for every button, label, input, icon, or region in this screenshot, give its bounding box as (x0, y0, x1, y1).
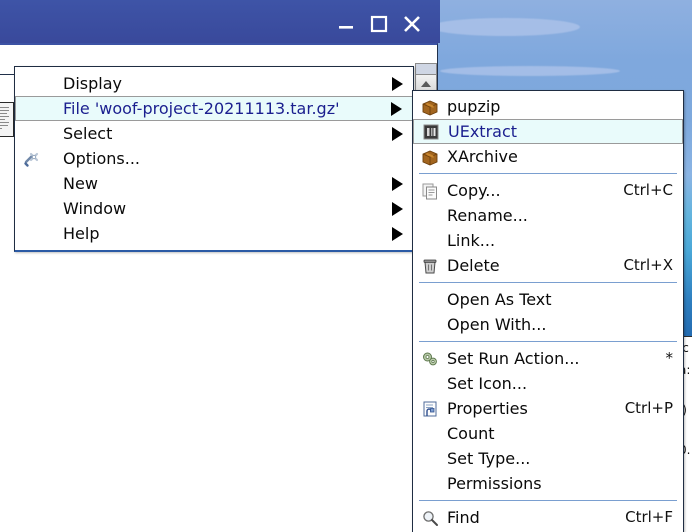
tools-icon (19, 146, 45, 171)
submenu-arrow-icon (392, 126, 403, 141)
submenu-arrow-icon (392, 226, 403, 241)
icon-placeholder (417, 371, 443, 396)
menu-item-shortcut: * (665, 349, 674, 367)
icon-placeholder (417, 421, 443, 446)
icon-placeholder (417, 471, 443, 496)
menu-item-label: Permissions (447, 474, 542, 493)
icon-placeholder (417, 287, 443, 312)
menu-item-window[interactable]: Window (15, 196, 413, 221)
menu-item-find[interactable]: Find Ctrl+F (413, 505, 683, 530)
menu-item-label: File 'woof-project-20211113.tar.gz' (63, 99, 340, 118)
submenu-arrow-icon (392, 76, 403, 91)
copy-icon (417, 178, 443, 203)
icon-placeholder (417, 203, 443, 228)
icon-placeholder (417, 446, 443, 471)
archive-icon (418, 119, 444, 144)
menu-item-label: Count (447, 424, 495, 443)
menu-separator (419, 173, 677, 174)
file-context-menu[interactable]: pupzip UExtract XArchive Copy... Ctrl+C Renam… (412, 90, 684, 532)
menu-item-label: New (63, 174, 98, 193)
icon-placeholder (19, 171, 45, 196)
menu-item-set-icon[interactable]: Set Icon... (413, 371, 683, 396)
menu-item-label: Window (63, 199, 127, 218)
package-icon (417, 144, 443, 169)
scrollbar-trough[interactable] (415, 63, 437, 74)
menu-item-label: Link... (447, 231, 496, 250)
menu-item-pupzip[interactable]: pupzip (413, 94, 683, 119)
search-icon (417, 505, 443, 530)
menu-item-set-run-action[interactable]: Set Run Action... * (413, 346, 683, 371)
main-context-menu[interactable]: Display File 'woof-project-20211113.tar.g… (14, 66, 414, 252)
menu-item-label: Find (447, 508, 480, 527)
cloud-shape (430, 18, 580, 36)
close-button[interactable] (401, 13, 423, 35)
menu-item-label: pupzip (447, 97, 501, 116)
icon-placeholder (20, 96, 46, 121)
minimize-button[interactable] (335, 13, 357, 35)
gears-icon (417, 346, 443, 371)
menu-item-permissions[interactable]: Permissions (413, 471, 683, 496)
menu-item-shortcut: Ctrl+C (623, 181, 673, 199)
menu-item-shortcut: Ctrl+X (623, 256, 673, 274)
menu-item-select[interactable]: Select (15, 121, 413, 146)
menu-item-properties[interactable]: Properties Ctrl+P (413, 396, 683, 421)
menu-separator (419, 341, 677, 342)
menu-item-label: Select (63, 124, 113, 143)
menu-item-delete[interactable]: Delete Ctrl+X (413, 253, 683, 278)
desktop-screen: 'c a: ') 0. - . M) (0, 0, 692, 532)
menu-item-label: Open As Text (447, 290, 552, 309)
icon-placeholder (19, 121, 45, 146)
menu-item-rename[interactable]: Rename... (413, 203, 683, 228)
submenu-arrow-icon (392, 201, 403, 216)
menu-item-xarchive[interactable]: XArchive (413, 144, 683, 169)
menu-item-new[interactable]: New (15, 171, 413, 196)
menu-item-label: Set Run Action... (447, 349, 580, 368)
menu-item-file-woof-project-20211113-tar-gz[interactable]: File 'woof-project-20211113.tar.gz' (15, 96, 413, 121)
menu-item-label: Properties (447, 399, 528, 418)
trash-icon (417, 253, 443, 278)
icon-placeholder (417, 312, 443, 337)
icon-placeholder (19, 196, 45, 221)
menu-item-shortcut: Ctrl+F (625, 508, 673, 526)
icon-placeholder (417, 228, 443, 253)
maximize-button[interactable] (368, 13, 390, 35)
chevron-up-icon (421, 81, 431, 87)
properties-icon (417, 396, 443, 421)
package-icon (417, 94, 443, 119)
menu-item-shortcut: Ctrl+P (624, 399, 673, 417)
menu-item-label: Options... (63, 149, 140, 168)
menu-item-copy[interactable]: Copy... Ctrl+C (413, 178, 683, 203)
menu-item-count[interactable]: Count (413, 421, 683, 446)
submenu-arrow-icon (391, 101, 402, 116)
window-titlebar[interactable] (0, 0, 440, 43)
menu-item-link[interactable]: Link... (413, 228, 683, 253)
file-item-icon[interactable] (0, 102, 14, 137)
menu-item-display[interactable]: Display (15, 71, 413, 96)
menu-item-open-as-text[interactable]: Open As Text (413, 287, 683, 312)
menu-item-uextract[interactable]: UExtract (413, 119, 683, 144)
menu-separator (419, 500, 677, 501)
icon-placeholder (19, 221, 45, 246)
menu-item-help[interactable]: Help (15, 221, 413, 246)
menu-item-label: Set Type... (447, 449, 531, 468)
menu-item-label: Copy... (447, 181, 501, 200)
menu-item-open-with[interactable]: Open With... (413, 312, 683, 337)
icon-placeholder (19, 71, 45, 96)
menu-item-label: Open With... (447, 315, 547, 334)
menu-item-set-type[interactable]: Set Type... (413, 446, 683, 471)
menu-item-options[interactable]: Options... (15, 146, 413, 171)
menu-item-label: Help (63, 224, 100, 243)
submenu-arrow-icon (392, 176, 403, 191)
menu-item-label: Display (63, 74, 122, 93)
menu-item-label: Delete (447, 256, 500, 275)
menu-item-label: UExtract (448, 122, 518, 141)
cloud-shape (440, 66, 620, 76)
menu-item-label: XArchive (447, 147, 518, 166)
menu-item-label: Rename... (447, 206, 528, 225)
menu-item-label: Set Icon... (447, 374, 528, 393)
menu-separator (419, 282, 677, 283)
